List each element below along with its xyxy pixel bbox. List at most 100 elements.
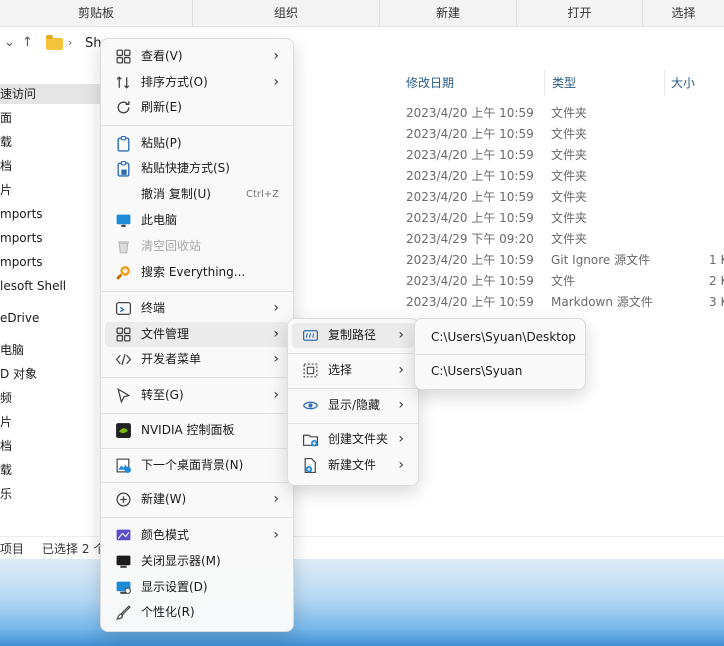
column-header-date[interactable]: 修改日期 xyxy=(406,70,454,96)
menu-item-undo-copy[interactable]: 撤消 复制(U) Ctrl+Z xyxy=(105,182,289,207)
row-type[interactable]: 文件夹 xyxy=(551,229,587,250)
nav-item-onedrive[interactable]: eDrive xyxy=(0,308,39,328)
monitor-icon xyxy=(116,214,131,227)
row-date[interactable]: 2023/4/20 上午 10:59 xyxy=(406,292,534,313)
copy-path-user[interactable]: C:\Users\Syuan xyxy=(419,356,581,386)
path-label: C:\Users\Syuan\Desktop xyxy=(431,330,576,344)
menu-item-select[interactable]: 选择 › xyxy=(292,358,414,383)
menu-item-file-management[interactable]: 文件管理 › xyxy=(105,322,289,347)
menu-item-color-mode[interactable]: 颜色模式 › xyxy=(105,523,289,548)
nav-item[interactable]: 频 xyxy=(0,388,12,408)
status-selected-count: 已选择 2 个 xyxy=(42,542,106,556)
menu-item-refresh[interactable]: 刷新(E) xyxy=(105,95,289,120)
menu-separator xyxy=(101,482,293,483)
row-size[interactable]: 3 K xyxy=(709,292,724,313)
row-date[interactable]: 2023/4/20 上午 10:59 xyxy=(406,166,534,187)
row-date[interactable]: 2023/4/20 上午 10:59 xyxy=(406,124,534,145)
ribbon-group-open[interactable]: 打开 xyxy=(517,0,643,26)
menu-item-label: 开发者菜单 xyxy=(141,352,202,366)
menu-item-view[interactable]: 查看(V) › xyxy=(105,44,289,69)
column-header-size[interactable]: 大小 xyxy=(671,70,695,96)
row-date[interactable]: 2023/4/20 上午 10:59 xyxy=(406,103,534,124)
ribbon-group-select[interactable]: 选择 xyxy=(643,0,724,26)
menu-item-display-settings[interactable]: 显示设置(D) xyxy=(105,575,289,600)
row-date[interactable]: 2023/4/20 上午 10:59 xyxy=(406,208,534,229)
menu-item-this-pc[interactable]: 此电脑 xyxy=(105,208,289,233)
menu-item-paste-shortcut[interactable]: 粘贴快捷方式(S) xyxy=(105,156,289,181)
row-size[interactable]: 2 K xyxy=(709,271,724,292)
copy-path-submenu: C:\Users\Syuan\Desktop C:\Users\Syuan xyxy=(414,318,586,390)
menu-item-label: 查看(V) xyxy=(141,49,183,63)
row-type[interactable]: 文件夹 xyxy=(551,166,587,187)
row-type[interactable]: 文件夹 xyxy=(551,187,587,208)
nav-item[interactable]: mports xyxy=(0,228,43,248)
nav-item-this-pc[interactable]: 电脑 xyxy=(0,340,24,360)
nvidia-icon xyxy=(116,423,131,438)
menu-item-nvidia-control-panel[interactable]: NVIDIA 控制面板 xyxy=(105,418,289,443)
menu-item-new[interactable]: 新建(W) › xyxy=(105,487,289,512)
folder-icon xyxy=(46,35,63,50)
row-date[interactable]: 2023/4/20 上午 10:59 xyxy=(406,271,534,292)
ribbon-group-clipboard[interactable]: 剪贴板 xyxy=(0,0,193,26)
row-type[interactable]: 文件夹 xyxy=(551,145,587,166)
chevron-down-icon[interactable]: ⌄ xyxy=(4,35,15,50)
row-date[interactable]: 2023/4/29 下午 09:20 xyxy=(406,229,534,250)
up-arrow-icon[interactable]: ↑ xyxy=(22,35,33,50)
chevron-right-icon: › xyxy=(398,362,404,378)
menu-item-next-background[interactable]: 下一个桌面背景(N) xyxy=(105,453,289,478)
paste-shortcut-icon xyxy=(117,161,130,177)
menu-item-search-everything[interactable]: 搜索 Everything... xyxy=(105,260,289,285)
nav-item[interactable]: 面 xyxy=(0,108,12,128)
nav-item[interactable]: 载 xyxy=(0,460,12,480)
menu-item-label: 文件管理 xyxy=(141,327,190,341)
menu-item-developer-menu[interactable]: 开发者菜单 › xyxy=(105,347,289,372)
column-header-type[interactable]: 类型 xyxy=(552,70,576,96)
row-type[interactable]: Markdown 源文件 xyxy=(551,292,653,313)
menu-item-copy-path[interactable]: 复制路径 › xyxy=(292,323,414,348)
menu-item-create-folder[interactable]: 创建文件夹 › xyxy=(292,427,414,452)
menu-item-label: 粘贴(P) xyxy=(141,136,182,150)
ribbon: 剪贴板 组织 新建 打开 选择 xyxy=(0,0,724,27)
menu-item-show-hide[interactable]: 显示/隐藏 › xyxy=(292,393,414,418)
menu-item-go-to[interactable]: 转至(G) › xyxy=(105,383,289,408)
nav-item[interactable]: mports xyxy=(0,204,43,224)
nav-item-quick-access[interactable]: 速访问 xyxy=(0,84,103,104)
copy-path-desktop[interactable]: C:\Users\Syuan\Desktop xyxy=(419,322,581,352)
new-file-icon xyxy=(304,458,316,473)
row-type[interactable]: 文件夹 xyxy=(551,124,587,145)
menu-item-new-file[interactable]: 新建文件 › xyxy=(292,453,414,478)
menu-item-label: 此电脑 xyxy=(141,213,178,227)
row-type[interactable]: 文件 xyxy=(551,271,575,292)
row-size[interactable]: 1 K xyxy=(709,250,724,271)
path-label: C:\Users\Syuan xyxy=(431,364,523,378)
nav-item[interactable]: D 对象 xyxy=(0,364,37,384)
nav-item[interactable]: 载 xyxy=(0,132,12,152)
menu-item-label: 清空回收站 xyxy=(141,239,202,253)
row-date[interactable]: 2023/4/20 上午 10:59 xyxy=(406,145,534,166)
row-date[interactable]: 2023/4/20 上午 10:59 xyxy=(406,187,534,208)
nav-item[interactable]: lesoft Shell xyxy=(0,276,66,296)
menu-item-sort[interactable]: 排序方式(O) › xyxy=(105,70,289,95)
nav-item[interactable]: 档 xyxy=(0,436,12,456)
menu-item-empty-recycle-bin[interactable]: 清空回收站 xyxy=(105,234,289,259)
nav-item[interactable]: 片 xyxy=(0,180,12,200)
menu-item-turn-off-display[interactable]: 关闭显示器(M) xyxy=(105,549,289,574)
column-divider[interactable] xyxy=(544,70,545,96)
row-type[interactable]: 文件夹 xyxy=(551,103,587,124)
row-type[interactable]: Git Ignore 源文件 xyxy=(551,250,650,271)
nav-item[interactable]: 档 xyxy=(0,156,12,176)
nav-item[interactable]: mports xyxy=(0,252,43,272)
menu-item-personalize[interactable]: 个性化(R) xyxy=(105,600,289,625)
ribbon-group-new[interactable]: 新建 xyxy=(380,0,517,26)
row-type[interactable]: 文件夹 xyxy=(551,208,587,229)
row-date[interactable]: 2023/4/20 上午 10:59 xyxy=(406,250,534,271)
nav-item[interactable]: 片 xyxy=(0,412,12,432)
nav-item[interactable]: 乐 xyxy=(0,484,12,504)
copy-path-icon xyxy=(302,330,319,341)
menu-separator xyxy=(415,354,585,355)
menu-item-paste[interactable]: 粘贴(P) xyxy=(105,131,289,156)
menu-item-terminal[interactable]: 终端 › xyxy=(105,296,289,321)
ribbon-group-organize[interactable]: 组织 xyxy=(193,0,380,26)
column-divider[interactable] xyxy=(664,70,665,96)
recycle-bin-icon xyxy=(118,241,129,254)
